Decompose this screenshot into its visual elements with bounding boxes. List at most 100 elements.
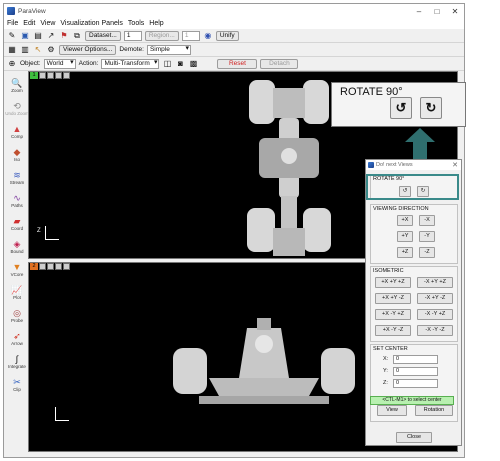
viewport-button[interactable] (55, 72, 62, 79)
rotate-cw-icon[interactable]: ↻ (420, 97, 442, 119)
camera-icon[interactable]: ◙ (175, 59, 185, 69)
viewport-button[interactable] (47, 72, 54, 79)
menu-tools[interactable]: Tools (128, 20, 144, 27)
close-icon[interactable]: ✕ (446, 7, 464, 16)
sidebar-item-stream[interactable]: ≋ Stream (4, 166, 30, 189)
sidebar-item-plot[interactable]: 📈 Plot (4, 281, 30, 304)
sidebar-item-zoom[interactable]: 🔍 Zoom (4, 74, 30, 97)
menu-view[interactable]: View (40, 20, 55, 27)
grid-icon[interactable]: ▦ (7, 45, 17, 55)
iso-icon: ◆ (13, 147, 21, 157)
edit-icon[interactable]: ✎ (7, 31, 17, 41)
y-label: Y: (383, 368, 388, 374)
viewport-button[interactable] (55, 263, 62, 270)
center-z-input[interactable]: 0 (393, 379, 438, 388)
view-plus-y-button[interactable]: +Y (397, 231, 413, 242)
iso-button[interactable]: +X -Y +Z (375, 309, 411, 320)
sidebar-item-clip[interactable]: ✂ Clip (4, 373, 30, 396)
save-icon[interactable]: ▣ (20, 31, 30, 41)
view-button[interactable]: View (377, 405, 407, 416)
menu-visualization-panels[interactable]: Visualization Panels (60, 20, 123, 27)
print-icon[interactable]: ▤ (33, 31, 43, 41)
zoom-icon: 🔍 (11, 78, 23, 88)
sidebar-item-coord[interactable]: ▰ Coord (4, 212, 30, 235)
flag-icon[interactable]: ⚑ (59, 31, 69, 41)
sidebar-item-comp[interactable]: ▲ Comp (4, 120, 30, 143)
viewport-button[interactable] (63, 72, 70, 79)
dataset-spinner[interactable]: 1 (123, 30, 142, 41)
menu-bar: File Edit View Visualization Panels Tool… (4, 18, 464, 29)
iso-button[interactable]: +X +Y -Z (375, 293, 411, 304)
transform-icon[interactable]: ⊕ (7, 59, 17, 69)
globe-icon[interactable]: ◉ (203, 31, 213, 41)
dialog-close-icon[interactable]: ✕ (452, 161, 461, 169)
viewport-number: 2 (30, 263, 38, 270)
dataset-button[interactable]: Dataset... (85, 30, 121, 41)
sidebar-item-undo-zoom[interactable]: ⟲ Undo Zoom (4, 97, 30, 120)
region-spinner[interactable]: 1 (181, 30, 200, 41)
film-icon[interactable]: ▩ (188, 59, 198, 69)
sidebar-item-iso[interactable]: ◆ Iso (4, 143, 30, 166)
reset-button[interactable]: Reset (217, 58, 258, 69)
viewport-2-header: 2 (29, 263, 70, 271)
cursor-icon[interactable]: ↖ (33, 45, 43, 55)
viewport-button[interactable] (63, 263, 70, 270)
viewport-button[interactable] (47, 263, 54, 270)
select-center-hint: <CTL-M1> to select center (370, 396, 454, 405)
rotate-callout: ROTATE 90° ↺ ↻ (331, 82, 466, 127)
object-label: Object: (20, 60, 41, 67)
demote-select[interactable]: Simple (146, 44, 191, 55)
gear-icon[interactable]: ⚙ (46, 45, 56, 55)
view-minus-y-button[interactable]: -Y (419, 231, 435, 242)
menu-edit[interactable]: Edit (23, 20, 35, 27)
rotate-highlight (366, 174, 459, 200)
axis-triad (53, 407, 69, 423)
viewing-direction-group: VIEWING DIRECTION +X -X +Y -Y +Z -Z (370, 204, 458, 264)
unify-button[interactable]: Unify (215, 30, 239, 41)
menu-help[interactable]: Help (149, 20, 163, 27)
coord-icon: ▰ (13, 216, 21, 226)
object-select[interactable]: World (43, 58, 76, 69)
menu-file[interactable]: File (7, 20, 18, 27)
axis-triad (43, 226, 59, 242)
sidebar-item-probe[interactable]: ◎ Probe (4, 304, 30, 327)
sidebar-item-integrate[interactable]: ∫ Integrate (4, 350, 30, 373)
iso-button[interactable]: -X -Y +Z (417, 309, 453, 320)
viewport-button[interactable] (39, 263, 46, 270)
layout-icon[interactable]: ▥ (20, 45, 30, 55)
view-plus-z-button[interactable]: +Z (397, 247, 413, 258)
viewer-options-button[interactable]: Viewer Options... (59, 44, 117, 55)
sidebar-item-bound[interactable]: ◈ Bound (4, 235, 30, 258)
view-minus-z-button[interactable]: -Z (419, 247, 435, 258)
pointer-icon[interactable]: ↗ (46, 31, 56, 41)
cube-icon[interactable]: ◫ (162, 59, 172, 69)
viewport-button[interactable] (39, 72, 46, 79)
iso-button[interactable]: -X +Y +Z (417, 277, 453, 288)
iso-button[interactable]: -X -Y -Z (417, 325, 453, 336)
rotation-button[interactable]: Rotation (415, 405, 453, 416)
plot-icon: 📈 (11, 285, 23, 295)
detach-button[interactable]: Detach (260, 58, 299, 69)
close-button[interactable]: Close (396, 432, 432, 443)
z-label: Z: (383, 380, 388, 386)
iso-button[interactable]: -X +Y -Z (417, 293, 453, 304)
iso-button[interactable]: +X +Y +Z (375, 277, 411, 288)
region-button[interactable]: Region... (144, 30, 179, 41)
center-y-input[interactable]: 0 (393, 367, 438, 376)
center-x-input[interactable]: 0 (393, 355, 438, 364)
action-select[interactable]: Multi-Transform (101, 58, 160, 69)
integrate-icon: ∫ (15, 354, 19, 364)
minimize-icon[interactable]: – (410, 7, 428, 16)
copy-icon[interactable]: ⧉ (72, 31, 82, 41)
view-plus-x-button[interactable]: +X (397, 215, 413, 226)
view-minus-x-button[interactable]: -X (419, 215, 435, 226)
sidebar-item-vcore[interactable]: ▼ VCore (4, 258, 30, 281)
viewport-1-header: 1 (29, 72, 70, 80)
sidebar-item-arrow[interactable]: ➶ Arrow (4, 327, 30, 350)
tool-sidebar: 🔍 Zoom ⟲ Undo Zoom ▲ Comp ◆ Iso ≋ Stream ∿ Pat… (4, 74, 30, 457)
rotate-ccw-icon[interactable]: ↺ (390, 97, 412, 119)
vcore-icon: ▼ (12, 262, 22, 272)
maximize-icon[interactable]: □ (428, 7, 446, 16)
sidebar-item-paths[interactable]: ∿ Paths (4, 189, 30, 212)
iso-button[interactable]: +X -Y -Z (375, 325, 411, 336)
